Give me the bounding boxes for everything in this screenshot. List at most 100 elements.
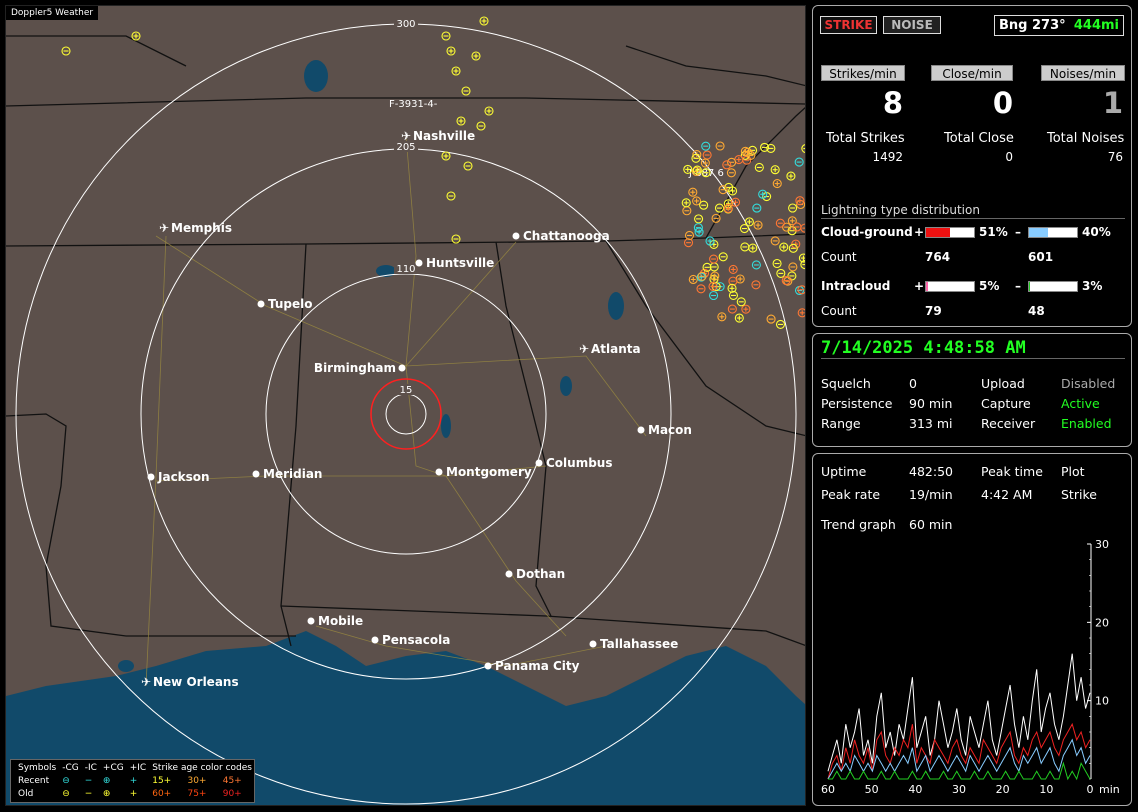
positive-strike-icon	[779, 242, 789, 252]
ic-neg-percent: 3%	[1082, 279, 1103, 293]
city-label[interactable]: Memphis	[171, 221, 232, 235]
total-noises-label: Total Noises	[1047, 131, 1125, 146]
lake	[441, 414, 451, 438]
negative-strike-icon	[699, 200, 709, 210]
state-border	[6, 35, 187, 67]
legend-header-symbols: Symbols	[18, 763, 57, 773]
x-unit-label: min	[1099, 783, 1120, 796]
negative-strike-icon	[788, 203, 798, 213]
lake	[560, 376, 572, 396]
legend-age-15: 15+	[152, 776, 172, 786]
cg-neg-bar-fill	[1029, 228, 1049, 237]
city-label[interactable]: Tupelo	[268, 297, 313, 311]
positive-strike-icon	[786, 171, 796, 181]
strikes-per-min-label: Strikes/min	[821, 65, 905, 81]
noise-button[interactable]: NOISE	[883, 16, 941, 34]
map-canvas[interactable]: 15110205300✈ Nashville✈ MemphisChattanooga…	[6, 6, 806, 806]
total-close-value: 0	[1005, 150, 1013, 164]
city-dot-icon	[252, 470, 260, 478]
city-label[interactable]: Pensacola	[382, 633, 450, 647]
city-label[interactable]: Jackson	[157, 470, 210, 484]
negative-strike-icon	[775, 218, 785, 228]
negative-strike-icon	[794, 157, 804, 167]
cg-neg-bar	[1028, 227, 1078, 238]
legend-header-age: Strike age color codes	[152, 763, 252, 773]
negative-strike-icon	[770, 236, 780, 246]
positive-strike-icon	[717, 312, 727, 322]
lake	[608, 292, 624, 320]
close-per-min-label: Close/min	[931, 65, 1013, 81]
negative-strike-icon	[441, 31, 451, 41]
storm-cell-label: F-3931-4-	[389, 99, 438, 110]
ic-pos-bar	[925, 281, 975, 292]
negative-strike-icon	[696, 284, 706, 294]
ic-pos-sign: +	[914, 279, 925, 293]
positive-strike-icon	[741, 304, 751, 314]
negative-strike-icon	[751, 280, 761, 290]
airport-icon: ✈	[141, 675, 151, 689]
city-label[interactable]: New Orleans	[153, 675, 239, 689]
city-label[interactable]: Tallahassee	[600, 637, 678, 651]
negative-strike-icon	[693, 223, 703, 233]
city-label[interactable]: Macon	[648, 423, 692, 437]
positive-strike-icon	[471, 51, 481, 61]
negative-strike-icon	[61, 46, 71, 56]
city-label[interactable]: Nashville	[413, 129, 475, 143]
x-tick-label: 60	[821, 783, 835, 796]
persistence-value: 90 min	[909, 396, 953, 411]
city-dot-icon	[589, 640, 597, 648]
city-dot-icon	[307, 617, 315, 625]
positive-strike-icon	[688, 187, 698, 197]
legend-header-pos-cg: +CG	[102, 763, 124, 773]
capture-label: Capture	[981, 396, 1031, 411]
city-label[interactable]: Montgomery	[446, 465, 532, 479]
squelch-value: 0	[909, 376, 917, 391]
legend-age-30: 30+	[187, 776, 207, 786]
legend-age-60: 60+	[152, 789, 172, 799]
negative-strike-icon	[694, 214, 704, 224]
x-tick-label: 10	[1039, 783, 1053, 796]
city-label[interactable]: Mobile	[318, 614, 363, 628]
city-label[interactable]: Columbus	[546, 456, 613, 470]
neg-cg-old-icon: ⊖	[62, 789, 70, 799]
city-label[interactable]: Meridian	[263, 467, 322, 481]
negative-strike-icon	[702, 150, 712, 160]
city-label[interactable]: Dothan	[516, 567, 565, 581]
positive-strike-icon	[772, 179, 782, 189]
negative-strike-icon	[701, 141, 711, 151]
city-dot-icon	[147, 473, 155, 481]
city-label[interactable]: Panama City	[495, 659, 580, 673]
total-close-label: Total Close	[944, 131, 1014, 146]
ring-label: 110	[396, 264, 415, 275]
city-label[interactable]: Atlanta	[591, 342, 641, 356]
negative-strike-icon	[709, 254, 719, 264]
city-dot-icon	[484, 662, 492, 670]
city-dot-icon	[415, 259, 423, 267]
state-border	[495, 241, 552, 617]
ic-neg-bar-fill	[1029, 282, 1031, 291]
persistence-label: Persistence	[821, 396, 893, 411]
strikes-per-min-value: 8	[882, 86, 903, 120]
negative-strike-icon	[800, 223, 805, 233]
city-label[interactable]: Huntsville	[426, 256, 494, 270]
strike-button[interactable]: STRIKE	[820, 16, 877, 34]
positive-strike-icon	[770, 165, 780, 175]
city-dot-icon	[505, 570, 513, 578]
highway	[445, 475, 567, 637]
negative-strike-icon	[752, 203, 762, 213]
negative-strike-icon	[718, 252, 728, 262]
negative-strike-icon	[709, 290, 719, 301]
ic-pos-count: 79	[925, 304, 942, 318]
negative-strike-icon	[451, 234, 461, 244]
bearing-value: Bng 273°	[999, 18, 1066, 33]
city-label[interactable]: Chattanooga	[523, 229, 610, 243]
legend-old-label: Old	[18, 789, 34, 799]
city-label[interactable]: Birmingham	[314, 361, 396, 375]
lightning-map[interactable]: 15 110 205 300 ✈ Nashville ✈ Memphis Chattanooga…	[5, 5, 806, 806]
city-dot-icon	[398, 364, 406, 372]
legend-age-45: 45+	[222, 776, 242, 786]
negative-strike-icon	[476, 121, 486, 131]
intracloud-label: Intracloud	[821, 279, 891, 293]
receiver-value: Enabled	[1061, 416, 1112, 431]
positive-strike-icon	[728, 264, 738, 275]
